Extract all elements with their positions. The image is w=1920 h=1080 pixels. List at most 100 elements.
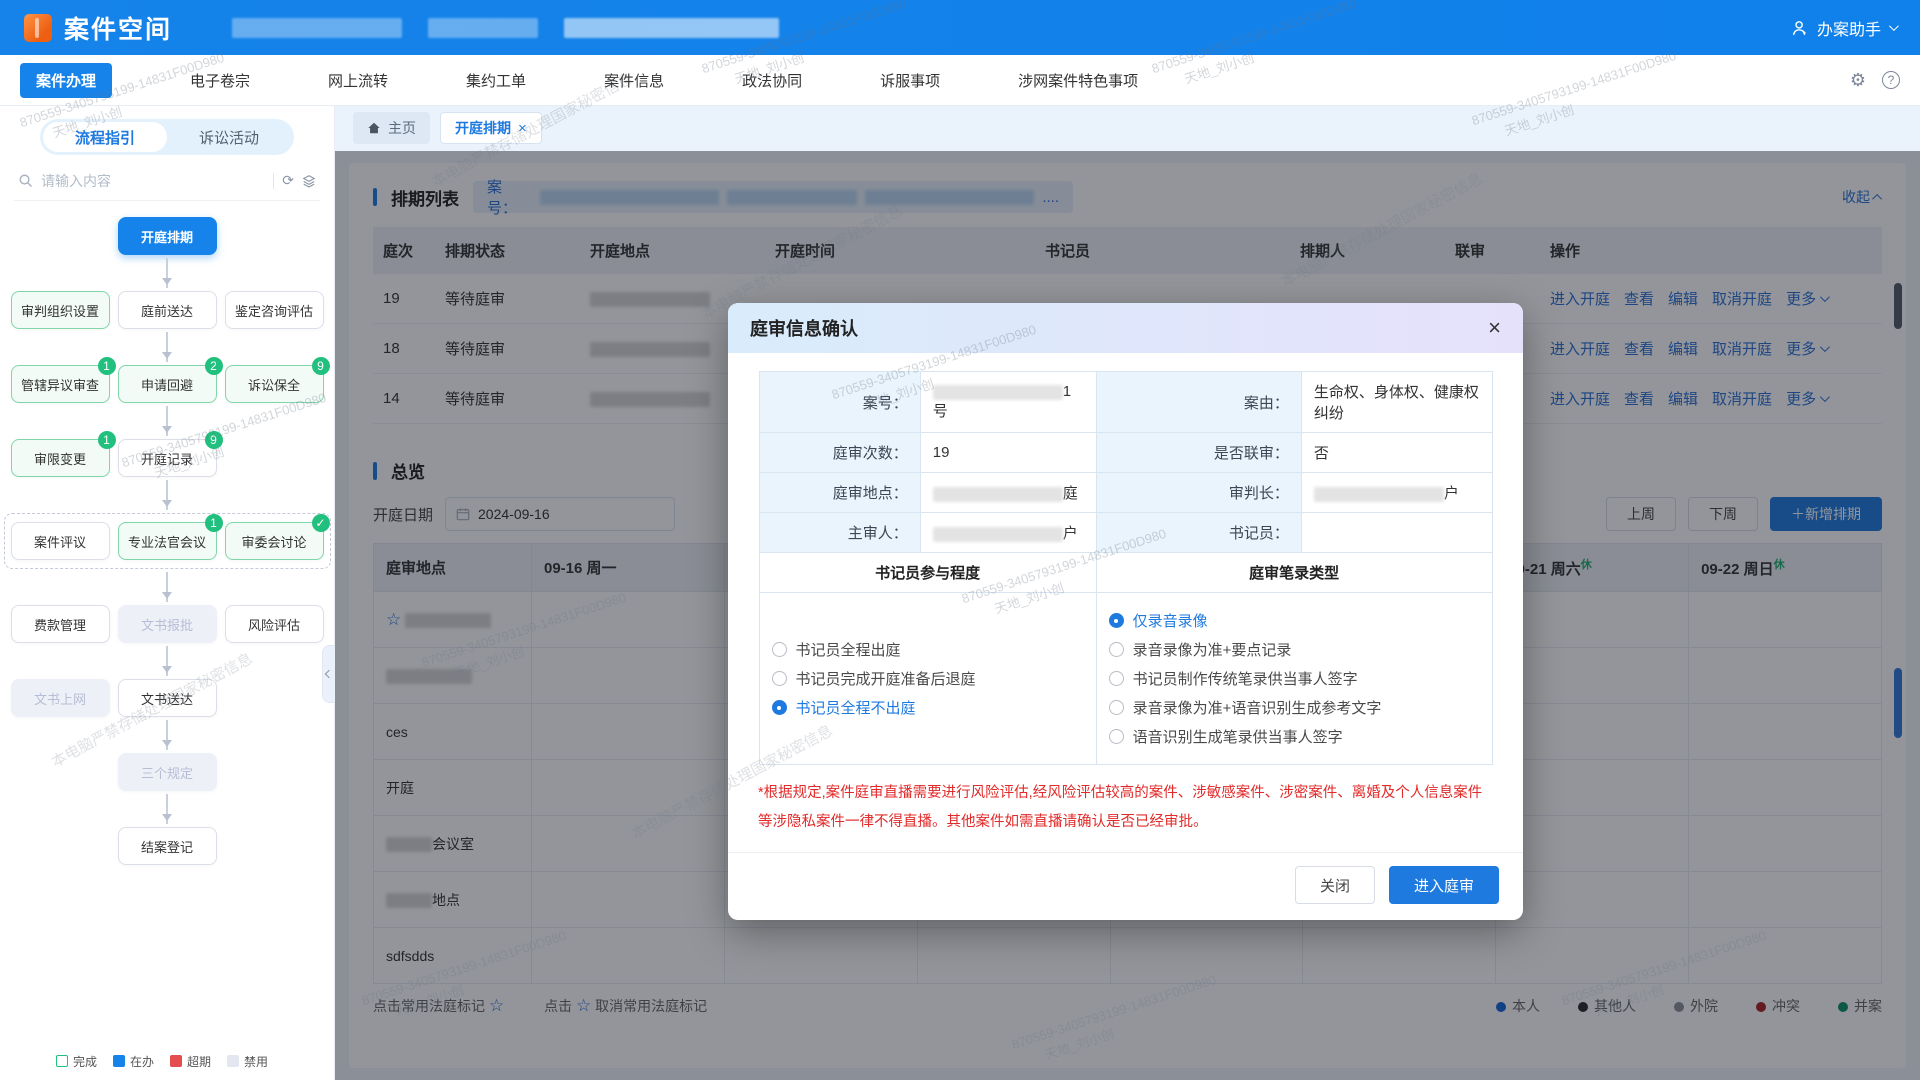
app-logo-icon: [24, 14, 52, 42]
section-title-庭审笔录类型: 庭审笔录类型: [1096, 553, 1492, 593]
flow-node-审限变更[interactable]: 审限变更1: [11, 439, 110, 477]
close-tab-icon[interactable]: ×: [518, 120, 527, 137]
sidebar-tab-toggle: 流程指引 诉讼活动: [40, 119, 294, 155]
nav-item-6[interactable]: 政法协同: [742, 70, 802, 91]
flow-node-开庭排期[interactable]: 开庭排期: [118, 217, 217, 255]
radio-label: 书记员制作传统笔录供当事人签字: [1133, 668, 1358, 689]
info-value: 户: [1301, 473, 1492, 513]
info-label: 庭审次数：: [759, 433, 920, 473]
tab-court-schedule[interactable]: 开庭排期 ×: [440, 112, 542, 144]
chevron-down-icon: [1889, 21, 1899, 31]
legend-item-在办: 在办: [113, 1053, 154, 1070]
info-row: 案号：1号案由：生命权、身体权、健康权纠纷: [759, 372, 1492, 433]
flow-node-风险评估[interactable]: 风险评估: [225, 605, 324, 643]
tab-label: 开庭排期: [455, 118, 511, 138]
info-label: 庭审地点：: [759, 473, 920, 513]
info-label: 案由：: [1096, 372, 1301, 433]
judge-meeting-group: 案件评议专业法官会议1审委会讨论✓: [4, 513, 331, 569]
process-flowchart: 开庭排期审判组织设置庭前送达鉴定咨询评估管辖异议审查1申请回避2诉讼保全9 审限变…: [0, 201, 334, 865]
flow-row: 开庭排期: [11, 217, 324, 255]
flow-node-申请回避[interactable]: 申请回避2: [118, 365, 217, 403]
flow-row: 审限变更1开庭记录9: [11, 439, 324, 477]
layers-icon[interactable]: [302, 174, 316, 188]
help-icon[interactable]: ?: [1882, 71, 1900, 89]
info-value: 19: [920, 433, 1096, 473]
nav-item-8[interactable]: 涉网案件特色事项: [1018, 70, 1138, 91]
nav-item-4[interactable]: 集约工单: [466, 70, 526, 91]
radio-icon: [1109, 729, 1124, 744]
radio-section-body: 书记员全程出庭书记员完成开庭准备后退庭书记员全程不出庭 仅录音录像录音录像为准+要…: [759, 593, 1492, 765]
flow-arrow: [166, 406, 168, 436]
flow-row: 结案登记: [11, 827, 324, 865]
info-row: 庭审次数：19是否联审：否: [759, 433, 1492, 473]
enter-hearing-button[interactable]: 进入庭审: [1389, 866, 1499, 904]
flow-arrow: [166, 794, 168, 824]
radio-option-书记员全程出庭[interactable]: 书记员全程出庭: [772, 639, 1084, 660]
flow-arrow: [166, 646, 168, 676]
redacted-block: [428, 18, 538, 38]
radio-icon: [1109, 613, 1124, 628]
tab-home[interactable]: 主页: [353, 112, 430, 144]
nav-item-5[interactable]: 案件信息: [604, 70, 664, 91]
info-value: 1号: [920, 372, 1096, 433]
assistant-dropdown[interactable]: 办案助手: [1791, 16, 1896, 40]
tab-litigation-activity[interactable]: 诉讼活动: [167, 122, 291, 152]
search-icon: [18, 173, 33, 188]
radio-option-仅录音录像[interactable]: 仅录音录像: [1109, 610, 1480, 631]
home-icon: [367, 121, 381, 135]
flow-node-审判组织设置[interactable]: 审判组织设置: [11, 291, 110, 329]
nav-item-3[interactable]: 网上流转: [328, 70, 388, 91]
radio-option-书记员全程不出庭[interactable]: 书记员全程不出庭: [772, 697, 1084, 718]
redacted-block: [933, 527, 1063, 542]
refresh-icon[interactable]: ⟳: [282, 172, 294, 189]
flow-node-开庭记录[interactable]: 开庭记录9: [118, 439, 217, 477]
search-input[interactable]: [41, 173, 265, 189]
flow-arrow: [166, 572, 168, 602]
info-label: 书记员：: [1096, 513, 1301, 553]
node-badge: 1: [98, 431, 116, 449]
info-value: [1301, 513, 1492, 553]
legend-swatch: [170, 1055, 182, 1067]
flow-node-专业法官会议[interactable]: 专业法官会议1: [118, 522, 217, 560]
nav-item-7[interactable]: 诉服事项: [880, 70, 940, 91]
flow-node-文书报批[interactable]: 文书报批: [118, 605, 217, 643]
radio-option-书记员制作传统笔录供当事人签字[interactable]: 书记员制作传统笔录供当事人签字: [1109, 668, 1480, 689]
flow-arrow: [166, 480, 168, 510]
radio-label: 语音识别生成笔录供当事人签字: [1133, 726, 1343, 747]
process-sidebar: 流程指引 诉讼活动 ⟳ 开庭排期审判组织设置庭前送达鉴定咨询评估管辖异议审查1申…: [0, 105, 335, 1080]
flow-node-文书送达[interactable]: 文书送达: [118, 679, 217, 717]
primary-nav: 案件办理 电子卷宗 网上流转 集约工单 案件信息 政法协同 诉服事项 涉网案件特色事项 ⚙ ?: [0, 55, 1920, 105]
node-badge: 2: [205, 357, 223, 375]
flow-node-鉴定咨询评估[interactable]: 鉴定咨询评估: [225, 291, 324, 329]
radio-option-录音录像为准+要点记录[interactable]: 录音录像为准+要点记录: [1109, 639, 1480, 660]
info-row: 主审人：户书记员：: [759, 513, 1492, 553]
radio-option-录音录像为准+语音识别生成参考文字[interactable]: 录音录像为准+语音识别生成参考文字: [1109, 697, 1480, 718]
tab-process-guide[interactable]: 流程指引: [43, 122, 167, 152]
flow-node-三个规定[interactable]: 三个规定: [118, 753, 217, 791]
flow-node-费款管理[interactable]: 费款管理: [11, 605, 110, 643]
flow-node-审委会讨论[interactable]: 审委会讨论✓: [225, 522, 324, 560]
radio-label: 仅录音录像: [1133, 610, 1208, 631]
flow-row: 管辖异议审查1申请回避2诉讼保全9: [11, 365, 324, 403]
radio-option-语音识别生成笔录供当事人签字[interactable]: 语音识别生成笔录供当事人签字: [1109, 726, 1480, 747]
radio-icon: [772, 700, 787, 715]
sidebar-collapse-handle[interactable]: [322, 645, 335, 703]
flow-node-诉讼保全[interactable]: 诉讼保全9: [225, 365, 324, 403]
gear-icon[interactable]: ⚙: [1850, 70, 1866, 91]
close-icon[interactable]: ×: [1488, 317, 1501, 339]
sidebar-search: ⟳: [14, 167, 320, 201]
flow-node-案件评议[interactable]: 案件评议: [11, 522, 110, 560]
flow-node-庭前送达[interactable]: 庭前送达: [118, 291, 217, 329]
nav-item-1[interactable]: 案件办理: [20, 63, 112, 98]
flow-node-文书上网[interactable]: 文书上网: [11, 679, 110, 717]
radio-label: 书记员完成开庭准备后退庭: [796, 668, 976, 689]
redacted-block: [564, 18, 779, 38]
radio-option-书记员完成开庭准备后退庭[interactable]: 书记员完成开庭准备后退庭: [772, 668, 1084, 689]
close-button[interactable]: 关闭: [1295, 866, 1375, 904]
radio-icon: [772, 671, 787, 686]
redacted-block: [232, 18, 402, 38]
radio-label: 录音录像为准+要点记录: [1133, 639, 1292, 660]
nav-item-2[interactable]: 电子卷宗: [190, 70, 250, 91]
flow-node-管辖异议审查[interactable]: 管辖异议审查1: [11, 365, 110, 403]
flow-node-结案登记[interactable]: 结案登记: [118, 827, 217, 865]
